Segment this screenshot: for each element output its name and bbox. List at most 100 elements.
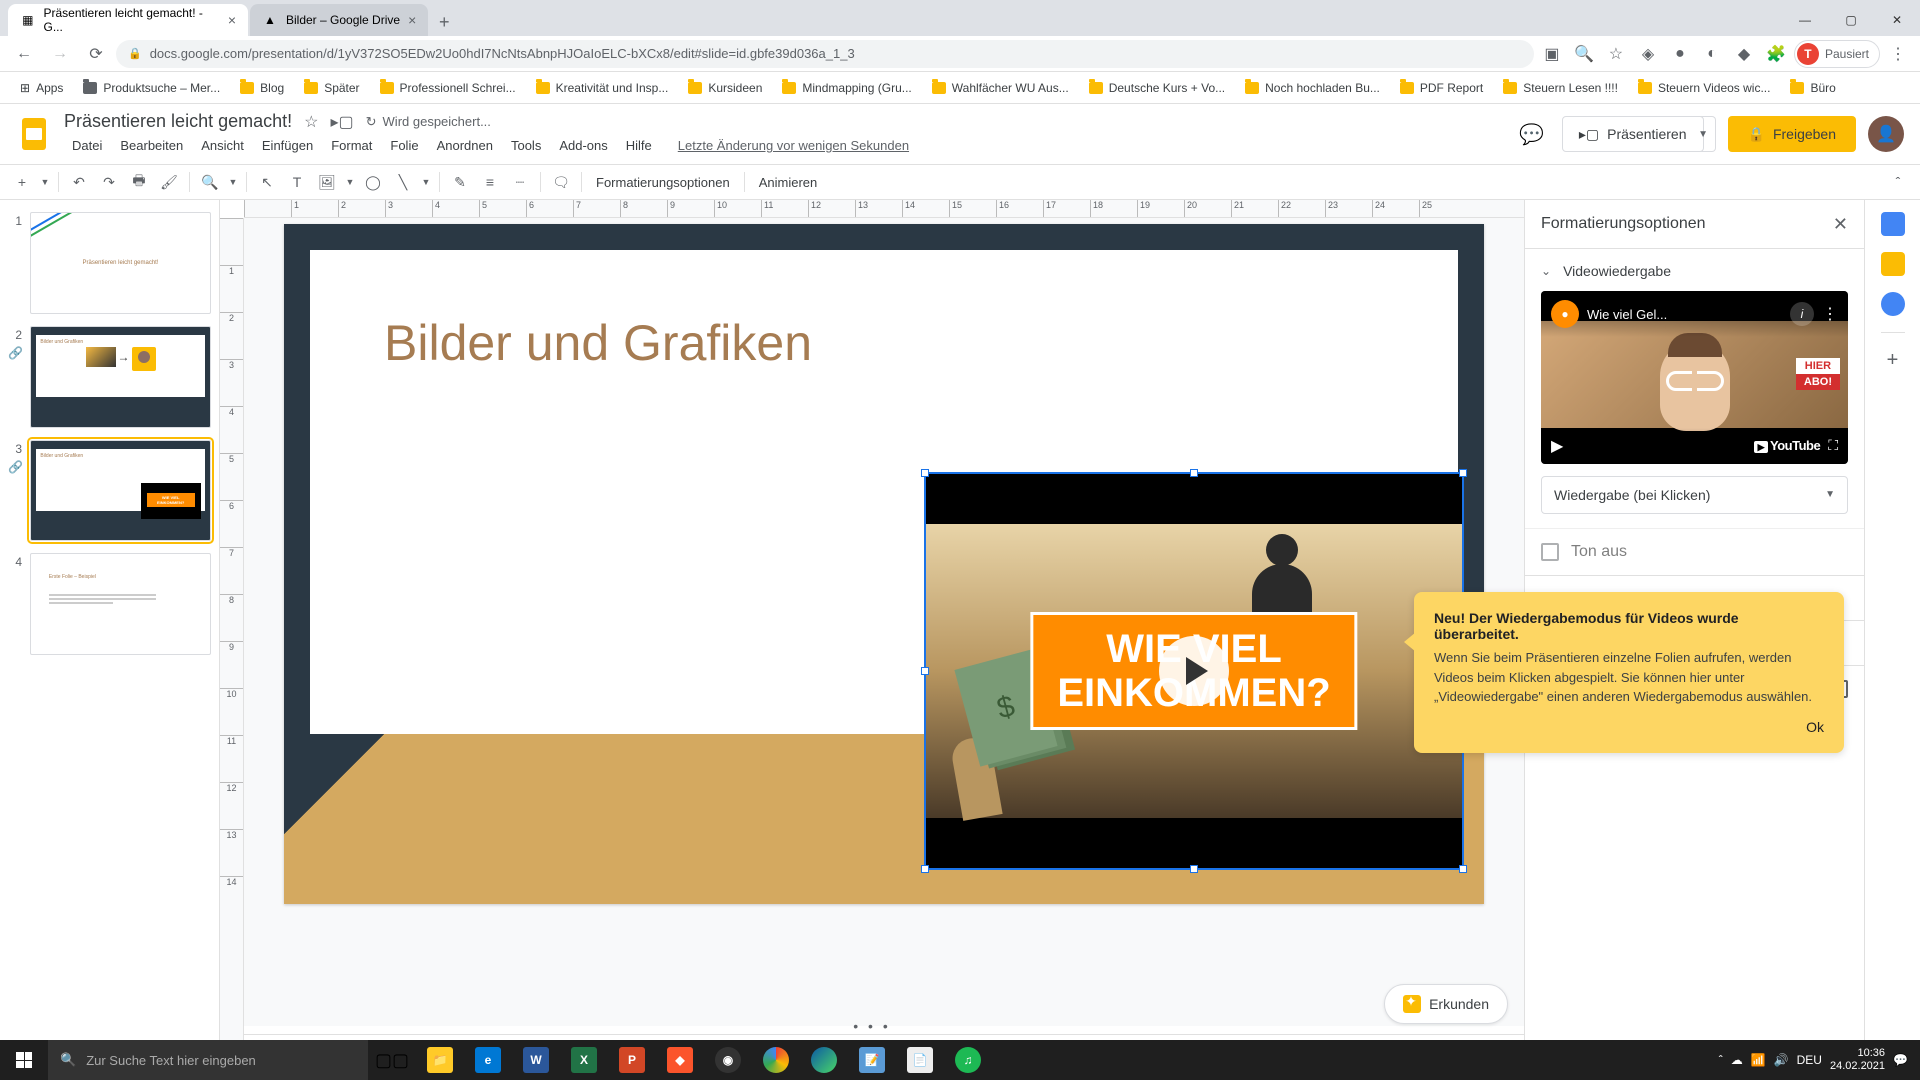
forward-button[interactable]: →: [44, 38, 76, 70]
menu-tools[interactable]: Tools: [503, 134, 549, 157]
border-weight-button[interactable]: ≡: [476, 168, 504, 196]
print-button[interactable]: 🖶: [125, 168, 153, 196]
browser-tab-inactive[interactable]: ▲ Bilder – Google Drive ×: [250, 4, 428, 36]
menu-edit[interactable]: Bearbeiten: [112, 134, 191, 157]
share-button[interactable]: 🔒 Freigeben: [1728, 116, 1856, 152]
redo-button[interactable]: ↷: [95, 168, 123, 196]
taskbar-clock[interactable]: 10:36 24.02.2021: [1830, 1047, 1885, 1073]
slide-thumbnail-4[interactable]: Erste Folie – Beispiel: [30, 553, 211, 655]
tray-volume-icon[interactable]: 🔊: [1774, 1053, 1789, 1067]
bookmark-apps[interactable]: ⊞Apps: [12, 77, 71, 99]
slide-thumbnail-2[interactable]: Bilder und Grafiken→: [30, 326, 211, 428]
resize-handle[interactable]: [1190, 865, 1198, 873]
fullscreen-icon[interactable]: ⛶: [1828, 437, 1838, 454]
menu-insert[interactable]: Einfügen: [254, 134, 321, 157]
format-options-button[interactable]: Formatierungsoptionen: [588, 175, 738, 190]
play-icon[interactable]: ▶: [1551, 436, 1563, 456]
slide-canvas[interactable]: Bilder und Grafiken WIE VIELEINKOMMEN?: [284, 224, 1484, 904]
animate-button[interactable]: Animieren: [751, 175, 826, 190]
taskbar-app-explorer[interactable]: 📁: [416, 1040, 464, 1080]
bookmark-item[interactable]: Büro: [1782, 77, 1843, 99]
cast-icon[interactable]: ▣: [1538, 40, 1566, 68]
keep-icon[interactable]: [1881, 252, 1905, 276]
taskbar-app-edge2[interactable]: [800, 1040, 848, 1080]
image-tool[interactable]: 🖼: [313, 168, 341, 196]
taskbar-app-word[interactable]: W: [512, 1040, 560, 1080]
playback-mode-select[interactable]: Wiedergabe (bei Klicken) ▼: [1541, 476, 1848, 514]
menu-addons[interactable]: Add-ons: [551, 134, 615, 157]
bookmark-item[interactable]: Steuern Lesen !!!!: [1495, 77, 1626, 99]
close-window-button[interactable]: ✕: [1874, 4, 1920, 36]
minimize-button[interactable]: —: [1782, 4, 1828, 36]
tooltip-ok-button[interactable]: Ok: [1434, 719, 1824, 735]
taskbar-app-obs[interactable]: ◉: [704, 1040, 752, 1080]
line-dropdown[interactable]: ▼: [419, 168, 433, 196]
taskbar-search[interactable]: 🔍 Zur Suche Text hier eingeben: [48, 1040, 368, 1080]
tray-chevron-icon[interactable]: ˆ: [1719, 1053, 1723, 1067]
zoom-icon[interactable]: 🔍: [1570, 40, 1598, 68]
bookmark-item[interactable]: Wahlfächer WU Aus...: [924, 77, 1077, 99]
notes-drag-handle[interactable]: • • •: [853, 1018, 890, 1034]
resize-handle[interactable]: [1190, 469, 1198, 477]
explore-button[interactable]: Erkunden: [1384, 984, 1508, 1024]
zoom-dropdown[interactable]: ▼: [226, 168, 240, 196]
bookmark-item[interactable]: Später: [296, 77, 367, 99]
close-icon[interactable]: ×: [408, 12, 416, 28]
close-icon[interactable]: ×: [228, 12, 236, 28]
bookmark-item[interactable]: PDF Report: [1392, 77, 1491, 99]
slide-title[interactable]: Bilder und Grafiken: [384, 314, 812, 372]
bookmark-item[interactable]: Professionell Schrei...: [372, 77, 524, 99]
star-icon[interactable]: ☆: [304, 112, 318, 132]
resize-handle[interactable]: [921, 667, 929, 675]
tray-cloud-icon[interactable]: ☁: [1731, 1053, 1743, 1067]
menu-help[interactable]: Hilfe: [618, 134, 660, 157]
mute-checkbox[interactable]: [1541, 543, 1559, 561]
youtube-logo[interactable]: YouTube: [1754, 438, 1821, 453]
line-tool[interactable]: ╲: [389, 168, 417, 196]
bookmark-item[interactable]: Kursideen: [680, 77, 770, 99]
start-button[interactable]: [0, 1040, 48, 1080]
comment-button[interactable]: 🗨: [547, 168, 575, 196]
info-icon[interactable]: i: [1790, 302, 1814, 326]
notifications-icon[interactable]: 💬: [1893, 1053, 1908, 1067]
menu-slide[interactable]: Folie: [382, 134, 426, 157]
doc-title[interactable]: Präsentieren leicht gemacht!: [64, 111, 292, 132]
image-dropdown[interactable]: ▼: [343, 168, 357, 196]
slide-thumbnail-3[interactable]: Bilder und Grafiken: [30, 440, 211, 542]
profile-button[interactable]: T Pausiert: [1794, 40, 1880, 68]
video-object[interactable]: WIE VIELEINKOMMEN?: [924, 472, 1464, 870]
present-button[interactable]: ▸▢ Präsentieren: [1562, 116, 1704, 152]
bookmark-item[interactable]: Kreativität und Insp...: [528, 77, 677, 99]
menu-file[interactable]: Datei: [64, 134, 110, 157]
reload-button[interactable]: ⟳: [80, 38, 112, 70]
bookmark-item[interactable]: Blog: [232, 77, 292, 99]
menu-view[interactable]: Ansicht: [193, 134, 252, 157]
url-bar[interactable]: 🔒 docs.google.com/presentation/d/1yV372S…: [116, 40, 1534, 68]
move-icon[interactable]: ▸▢: [330, 112, 353, 132]
resize-handle[interactable]: [921, 469, 929, 477]
last-edit-link[interactable]: Letzte Änderung vor wenigen Sekunden: [670, 134, 917, 157]
new-slide-button[interactable]: +: [8, 168, 36, 196]
slide-thumbnail-1[interactable]: Präsentieren leicht gemacht!: [30, 212, 211, 314]
ext-icon-4[interactable]: ◆: [1730, 40, 1758, 68]
resize-handle[interactable]: [921, 865, 929, 873]
bookmark-item[interactable]: Deutsche Kurs + Vo...: [1081, 77, 1233, 99]
slides-logo[interactable]: [16, 116, 52, 152]
select-tool[interactable]: ↖: [253, 168, 281, 196]
taskbar-app-edge[interactable]: e: [464, 1040, 512, 1080]
comments-button[interactable]: 💬: [1514, 116, 1550, 152]
calendar-icon[interactable]: [1881, 212, 1905, 236]
collapse-toolbar-button[interactable]: ˆ: [1884, 168, 1912, 196]
back-button[interactable]: ←: [8, 38, 40, 70]
border-color-button[interactable]: ✎: [446, 168, 474, 196]
profile-avatar[interactable]: 👤: [1868, 116, 1904, 152]
taskbar-app-notepad[interactable]: 📝: [848, 1040, 896, 1080]
more-icon[interactable]: ⋮: [1822, 304, 1838, 324]
browser-menu-icon[interactable]: ⋮: [1884, 40, 1912, 68]
close-icon[interactable]: ✕: [1833, 214, 1848, 235]
new-slide-dropdown[interactable]: ▼: [38, 168, 52, 196]
undo-button[interactable]: ↶: [65, 168, 93, 196]
shape-tool[interactable]: ◯: [359, 168, 387, 196]
browser-tab-active[interactable]: ▦ Präsentieren leicht gemacht! - G... ×: [8, 4, 248, 36]
ext-icon-2[interactable]: ●: [1666, 40, 1694, 68]
